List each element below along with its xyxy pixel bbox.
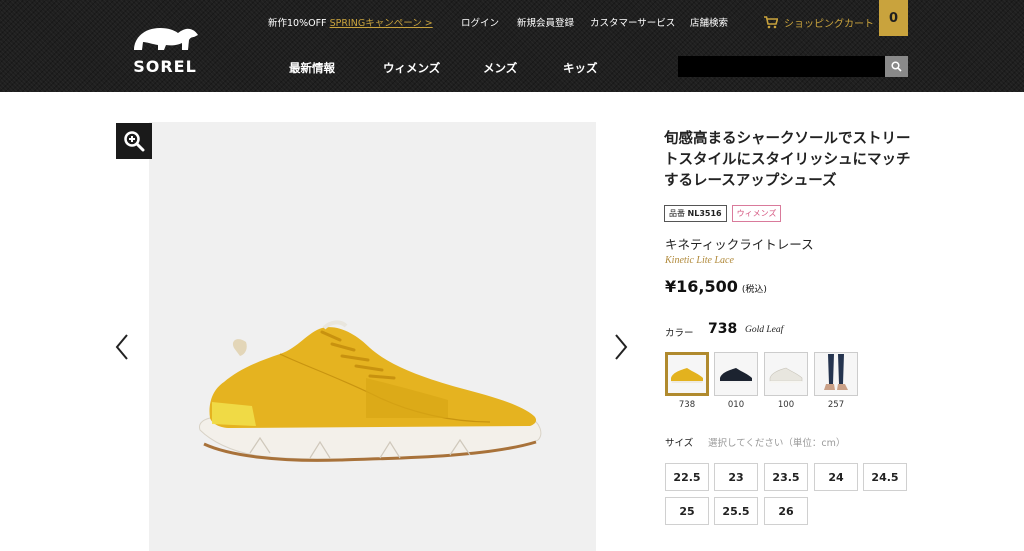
product-badges: 品番 NL3516 ウィメンズ [664,205,782,222]
size-option-22-5[interactable]: 22.5 [665,463,709,491]
nav-women[interactable]: ウィメンズ [383,60,440,76]
model-thumbnail [824,354,848,390]
promo-text: 新作10%OFF [268,18,327,29]
color-swatch-738[interactable] [665,352,709,396]
size-option-23[interactable]: 23 [714,463,758,491]
tax-note: (税込) [741,285,767,295]
cart-label: ショッピングカート [784,18,874,30]
swatch-label-010: 010 [727,400,745,410]
product-title: 旬感高まるシャークソールでストリートスタイルにスタイリッシュにマッチするレースア… [664,131,911,189]
customer-service-link[interactable]: カスタマーサービス [590,15,675,31]
color-swatch-100[interactable] [764,352,808,396]
promo-banner: 新作10%OFF SPRINGキャンペーン > [268,15,433,31]
previous-image-arrow[interactable] [114,333,130,361]
swatch-label-100: 100 [777,400,795,410]
product-price: ¥16,500 (税込) [665,277,767,296]
search-button[interactable] [885,56,908,77]
color-swatch-010[interactable] [714,352,758,396]
shopping-cart-link[interactable]: ショッピングカート [764,13,874,31]
store-search-link[interactable]: 店舗検索 [690,15,728,31]
size-option-25[interactable]: 25 [665,497,709,525]
color-label: カラー [665,328,694,339]
size-hint: 選択してください（単位：cm） [708,438,846,449]
cart-icon [764,15,778,28]
swatch-label-738: 738 [678,400,696,410]
price-value: ¥16,500 [665,277,738,296]
shoe-thumbnail-black [720,368,752,383]
product-code: NL3516 [687,209,722,218]
search-icon [891,61,902,72]
polar-bear-icon [134,28,198,50]
size-label: サイズ [665,438,694,449]
size-option-24[interactable]: 24 [814,463,858,491]
shoe-thumbnail-gold [671,368,703,383]
selected-color-code: 738 [708,321,738,337]
register-link[interactable]: 新規会員登録 [517,15,574,31]
color-swatch-257[interactable] [814,352,858,396]
site-header: SOREL 新作10%OFF SPRINGキャンペーン > ログイン 新規会員登… [0,0,1024,92]
search-input[interactable] [678,56,885,77]
promo-link[interactable]: SPRINGキャンペーン > [330,18,433,29]
product-name-en: Kinetic Lite Lace [665,255,734,266]
size-option-26[interactable]: 26 [764,497,808,525]
nav-kids[interactable]: キッズ [563,60,598,76]
category-badge[interactable]: ウィメンズ [731,205,782,222]
zoom-in-icon [124,131,145,152]
product-name-ja: キネティックライトレース [665,237,814,252]
size-option-24-5[interactable]: 24.5 [863,463,907,491]
logo-wordmark: SOREL [133,57,197,76]
nav-men[interactable]: メンズ [483,60,517,76]
next-image-arrow[interactable] [613,333,629,361]
login-link[interactable]: ログイン [461,15,499,31]
size-option-25-5[interactable]: 25.5 [714,497,758,525]
shoe-thumbnail-white [769,367,803,383]
product-code-prefix: 品番 [669,209,685,218]
selected-color-name: Gold Leaf [745,325,784,335]
swatch-label-257: 257 [827,400,845,410]
product-shoe-image [199,320,542,462]
size-option-23-5[interactable]: 23.5 [764,463,808,491]
product-code-badge: 品番 NL3516 [664,205,727,222]
cart-count-badge[interactable]: 0 [879,0,908,36]
zoom-button[interactable] [116,123,152,159]
nav-news[interactable]: 最新情報 [289,60,335,76]
sorel-logo[interactable]: SOREL [126,20,204,76]
